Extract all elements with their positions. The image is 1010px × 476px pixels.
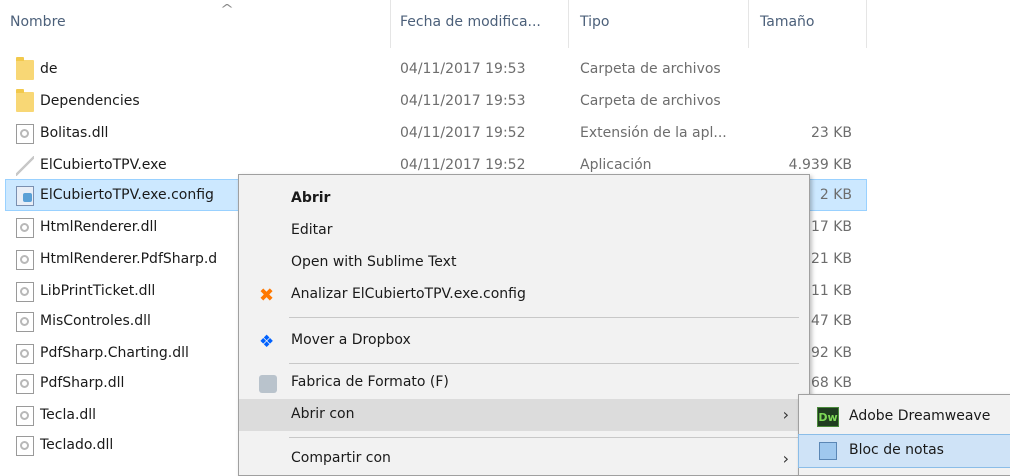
file-size: 4.939 KB [788, 157, 852, 173]
notepad-icon [819, 442, 837, 460]
menu-separator [289, 363, 799, 364]
file-name: LibPrintTicket.dll [40, 283, 156, 299]
sort-ascending-icon: ^ [219, 2, 235, 16]
column-header-size[interactable]: Tamaño [760, 14, 814, 30]
file-name: ElCubiertoTPV.exe.config [40, 187, 214, 203]
menu-item-label: Editar [291, 222, 333, 238]
context-menu: Abrir Editar Open with Sublime Text ✖ An… [238, 174, 810, 476]
file-date: 04/11/2017 19:53 [400, 61, 526, 77]
menu-item-share-with[interactable]: Compartir con › [239, 443, 809, 475]
folder-icon [16, 89, 34, 112]
menu-item-fabrica[interactable]: Fabrica de Formato (F) [239, 367, 809, 399]
file-row[interactable]: de 04/11/2017 19:53 Carpeta de archivos [0, 54, 860, 86]
menu-item-edit[interactable]: Editar [239, 215, 809, 247]
file-row[interactable]: Bolitas.dll 04/11/2017 19:52 Extensión d… [0, 118, 860, 150]
menu-item-open-with[interactable]: Abrir con › [239, 399, 809, 431]
file-size: 11 KB [810, 283, 852, 299]
file-name: ElCubiertoTPV.exe [40, 157, 167, 173]
column-divider[interactable] [866, 0, 867, 48]
menu-item-label: Compartir con [291, 450, 391, 466]
dreamweaver-icon: Dw [817, 407, 839, 427]
file-size: 23 KB [810, 125, 852, 141]
menu-item-label: Open with Sublime Text [291, 254, 457, 270]
submenu-item-label: Bloc de notas [849, 442, 944, 458]
dll-file-icon [16, 218, 34, 238]
chevron-right-icon: › [782, 405, 789, 424]
submenu-item-notepad[interactable]: Bloc de notas [798, 434, 1010, 468]
file-name: HtmlRenderer.PdfSharp.d [40, 251, 218, 267]
dll-file-icon [16, 406, 34, 426]
file-type: Extensión de la apl... [580, 125, 727, 141]
dll-file-icon [16, 344, 34, 364]
menu-item-label: Analizar ElCubiertoTPV.exe.config [291, 286, 526, 302]
column-divider[interactable] [568, 0, 569, 48]
file-name: PdfSharp.Charting.dll [40, 345, 189, 361]
file-name: de [40, 61, 58, 77]
folder-icon [16, 57, 34, 80]
file-name: MisControles.dll [40, 313, 151, 329]
column-header-name[interactable]: Nombre [10, 14, 66, 30]
file-name: Teclado.dll [40, 437, 114, 453]
dll-file-icon [16, 374, 34, 394]
file-type: Carpeta de archivos [580, 61, 721, 77]
dll-file-icon [16, 436, 34, 456]
file-name: PdfSharp.dll [40, 375, 125, 391]
file-row[interactable]: Dependencies 04/11/2017 19:53 Carpeta de… [0, 86, 860, 118]
menu-item-label: Fabrica de Formato (F) [291, 374, 449, 390]
file-size: 2 KB [819, 187, 852, 203]
menu-item-label: Abrir con [291, 406, 355, 422]
config-file-icon [16, 186, 34, 206]
file-name: HtmlRenderer.dll [40, 219, 158, 235]
dropbox-icon: ❖ [259, 332, 275, 352]
exe-file-icon [16, 156, 34, 176]
file-type: Aplicación [580, 157, 652, 173]
file-name: Bolitas.dll [40, 125, 109, 141]
file-size: 92 KB [810, 345, 852, 361]
menu-item-avast-scan[interactable]: ✖ Analizar ElCubiertoTPV.exe.config [239, 279, 809, 311]
dll-file-icon [16, 124, 34, 144]
submenu-item-label: Adobe Dreamweave [849, 408, 991, 424]
menu-separator [289, 437, 799, 438]
file-date: 04/11/2017 19:53 [400, 93, 526, 109]
dll-file-icon [16, 312, 34, 332]
menu-item-open[interactable]: Abrir [239, 183, 809, 215]
file-size: 21 KB [810, 251, 852, 267]
file-date: 04/11/2017 19:52 [400, 157, 526, 173]
column-header-bar: ^ Nombre Fecha de modifica... Tipo Tamañ… [0, 0, 1010, 48]
menu-item-label: Mover a Dropbox [291, 332, 411, 348]
dll-file-icon [16, 250, 34, 270]
menu-item-dropbox[interactable]: ❖ Mover a Dropbox [239, 325, 809, 357]
file-name: Dependencies [40, 93, 140, 109]
column-divider[interactable] [748, 0, 749, 48]
column-header-type[interactable]: Tipo [580, 14, 609, 30]
column-divider[interactable] [390, 0, 391, 48]
column-header-date[interactable]: Fecha de modifica... [400, 14, 541, 30]
menu-item-sublime[interactable]: Open with Sublime Text [239, 247, 809, 279]
avast-icon: ✖ [259, 285, 275, 306]
format-factory-icon [259, 375, 277, 393]
file-type: Carpeta de archivos [580, 93, 721, 109]
submenu-item-dreamweaver[interactable]: Dw Adobe Dreamweave [799, 401, 1010, 433]
dll-file-icon [16, 282, 34, 302]
chevron-right-icon: › [782, 449, 789, 468]
open-with-submenu: Dw Adobe Dreamweave Bloc de notas [798, 394, 1010, 476]
menu-item-label: Abrir [291, 190, 331, 206]
file-date: 04/11/2017 19:52 [400, 125, 526, 141]
menu-separator [289, 317, 799, 318]
file-name: Tecla.dll [40, 407, 97, 423]
